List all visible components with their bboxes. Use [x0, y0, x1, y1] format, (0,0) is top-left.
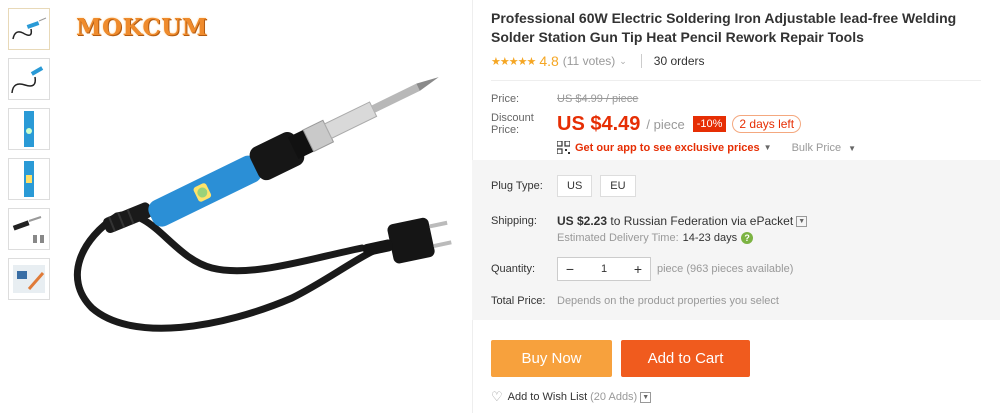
- thumbnail-6[interactable]: [8, 258, 50, 300]
- plug-option-eu[interactable]: EU: [600, 175, 636, 197]
- total-price-row: Total Price: Depends on the product prop…: [491, 295, 991, 307]
- quantity-input[interactable]: 1: [582, 263, 626, 275]
- divider: [640, 54, 642, 68]
- price-label: Price:: [491, 93, 520, 105]
- rating-row: ★★★★★ 4.8 (11 votes) ⌄ 30 orders: [491, 51, 991, 71]
- qr-code-icon: [557, 141, 570, 154]
- shipping-dropdown-icon[interactable]: ▼: [796, 215, 808, 227]
- divider: [491, 80, 981, 81]
- days-left-badge: 2 days left: [732, 115, 802, 133]
- original-price: US $4.99 / piece: [557, 93, 639, 105]
- thumbnail-5[interactable]: [8, 208, 50, 250]
- orders-count: 30 orders: [653, 54, 705, 68]
- app-promo-link[interactable]: Get our app to see exclusive prices: [575, 142, 760, 154]
- plug-type-label: Plug Type:: [491, 180, 543, 192]
- price-unit: / piece: [646, 116, 685, 132]
- total-price-label: Total Price:: [491, 295, 546, 307]
- delivery-label: Estimated Delivery Time:: [557, 232, 679, 244]
- bulk-price-link[interactable]: Bulk Price ▼: [792, 142, 857, 154]
- product-title: Professional 60W Electric Soldering Iron…: [491, 10, 957, 45]
- wish-list-link[interactable]: Add to Wish List: [508, 391, 587, 403]
- thumbnail-3[interactable]: [8, 108, 50, 150]
- help-icon[interactable]: ?: [741, 232, 754, 244]
- delivery-row: Estimated Delivery Time: 14-23 days ?: [557, 232, 991, 244]
- availability-text: piece (963 pieces available): [657, 263, 794, 275]
- rating-value: 4.8: [539, 53, 559, 69]
- increase-button[interactable]: +: [626, 261, 650, 277]
- add-to-cart-button[interactable]: Add to Cart: [621, 340, 750, 377]
- quantity-stepper: − 1 +: [557, 257, 651, 281]
- thumbnail-2[interactable]: [8, 58, 50, 100]
- shipping-row: Shipping: US $2.23 to Russian Federation…: [491, 214, 991, 228]
- discount-badge: -10%: [692, 116, 727, 132]
- plug-type-row: Plug Type: US EU: [491, 175, 991, 197]
- thumbnail-1[interactable]: [8, 8, 50, 50]
- product-options: Plug Type: US EU Shipping: US $2.23 to R…: [491, 160, 991, 307]
- shipping-label: Shipping:: [491, 215, 537, 227]
- votes-link[interactable]: (11 votes): [563, 54, 615, 68]
- wish-dropdown-icon[interactable]: ▼: [640, 391, 652, 403]
- product-info: Professional 60W Electric Soldering Iron…: [491, 0, 991, 169]
- total-price-value: Depends on the product properties you se…: [557, 295, 779, 307]
- quantity-label: Quantity:: [491, 263, 536, 275]
- main-product-image[interactable]: MOKCUM: [62, 8, 462, 408]
- discount-price-label: Discount Price:: [491, 112, 534, 136]
- shipping-info: US $2.23 to Russian Federation via ePack…: [557, 214, 794, 228]
- caret-down-icon[interactable]: ▼: [764, 143, 772, 152]
- soldering-iron-illustration: [73, 77, 452, 332]
- delivery-days: 14-23 days: [682, 232, 738, 244]
- chevron-down-icon[interactable]: ⌄: [619, 56, 627, 67]
- decrease-button[interactable]: −: [558, 261, 582, 277]
- buy-now-button[interactable]: Buy Now: [491, 340, 612, 377]
- wish-count: (20 Adds): [590, 391, 638, 403]
- action-buttons: Buy Now Add to Cart: [491, 340, 750, 377]
- plug-option-us[interactable]: US: [557, 175, 593, 197]
- heart-icon[interactable]: ♡: [491, 389, 503, 405]
- current-price: US $4.49: [557, 112, 641, 135]
- brand-watermark: MOKCUM: [76, 14, 208, 41]
- wish-list-row[interactable]: ♡ Add to Wish List (20 Adds) ▼: [491, 389, 652, 405]
- thumbnail-4[interactable]: [8, 158, 50, 200]
- quantity-row: Quantity: − 1 + piece (963 pieces availa…: [491, 257, 991, 281]
- thumbnail-list: [8, 8, 52, 308]
- rating-stars-icon: ★★★★★: [491, 55, 536, 68]
- price-block: Price: US $4.99 / piece Discount Price: U…: [491, 93, 991, 169]
